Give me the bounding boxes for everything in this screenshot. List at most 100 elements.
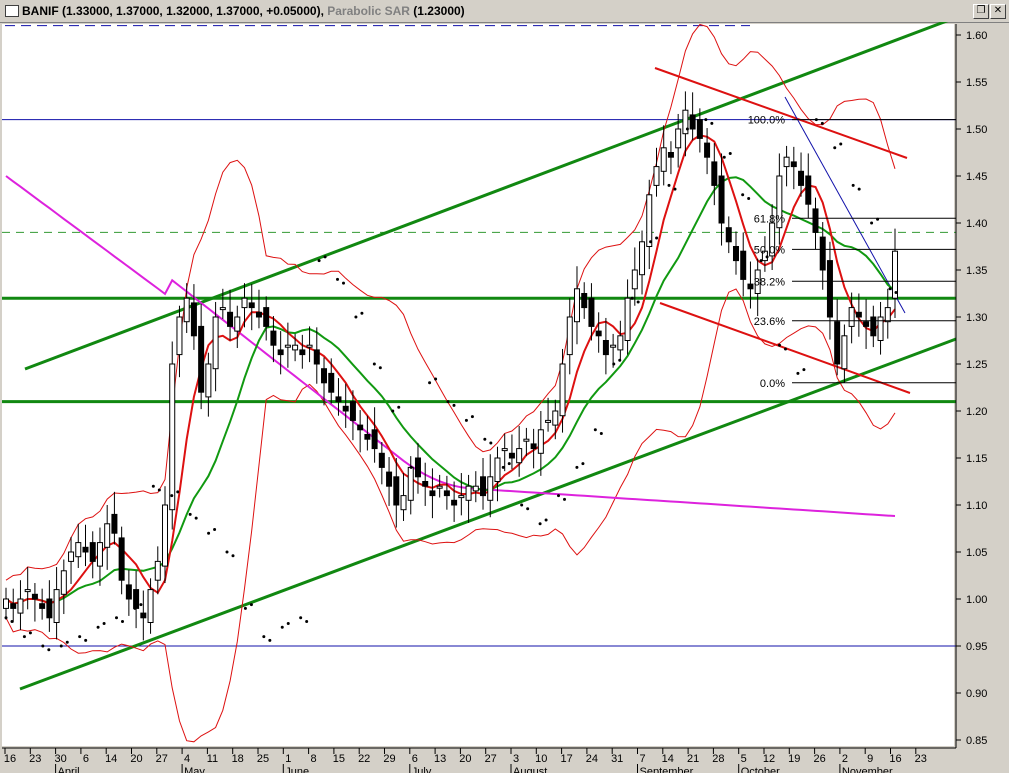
sar-dot bbox=[102, 621, 106, 625]
fib-level-label: 23.6% bbox=[754, 316, 785, 328]
date-tick-label: 6 bbox=[83, 753, 89, 765]
fib-level-label: 100.0% bbox=[748, 115, 786, 127]
price-tick-label: 1.20 bbox=[966, 406, 987, 418]
candle-body bbox=[530, 443, 537, 450]
sar-dot bbox=[225, 550, 229, 554]
candle-body bbox=[24, 589, 31, 593]
candle-body bbox=[848, 307, 855, 327]
month-label: October bbox=[741, 766, 780, 773]
sar-dot bbox=[636, 300, 640, 304]
sar-dot bbox=[857, 187, 861, 191]
fib-level-label: 50.0% bbox=[754, 244, 785, 256]
date-tick-label: 25 bbox=[257, 753, 269, 765]
candle-body bbox=[205, 363, 212, 398]
sar-dot bbox=[483, 437, 487, 441]
date-tick-label: 23 bbox=[29, 753, 41, 765]
candle-body bbox=[740, 250, 747, 280]
candle-body bbox=[537, 429, 544, 454]
date-tick-label: 22 bbox=[358, 753, 370, 765]
month-label: August bbox=[513, 766, 547, 773]
sar-dot bbox=[96, 625, 100, 629]
candle-body bbox=[617, 335, 624, 351]
price-tick-label: 1.05 bbox=[966, 547, 987, 559]
sar-dot bbox=[354, 315, 358, 319]
price-chart[interactable]: 100.0% 61.8% 50.0% 38.2% 23.6% 0.0% 1.60 1.55 1… bbox=[0, 22, 1009, 773]
window-title: BANIF (1.33000, 1.37000, 1.32000, 1.3700… bbox=[22, 4, 465, 18]
sar-dot bbox=[796, 371, 800, 375]
sar-dot bbox=[41, 644, 45, 648]
sar-dot bbox=[581, 462, 585, 466]
candle-body bbox=[472, 485, 479, 492]
candle-body bbox=[183, 297, 190, 323]
candle-body bbox=[704, 142, 711, 158]
date-tick-label: 23 bbox=[915, 753, 927, 765]
candle-body bbox=[190, 302, 197, 337]
candle-body bbox=[400, 495, 407, 511]
candle-body bbox=[364, 434, 371, 440]
sar-dot bbox=[84, 638, 88, 642]
candle-body bbox=[39, 603, 46, 609]
fib-level-label: 61.8% bbox=[754, 213, 785, 225]
sar-dot bbox=[249, 603, 253, 607]
sar-dot bbox=[489, 441, 493, 445]
window-titlebar[interactable]: BANIF (1.33000, 1.37000, 1.32000, 1.3700… bbox=[0, 0, 1009, 23]
candle-body bbox=[328, 372, 335, 393]
sar-dot bbox=[575, 465, 579, 469]
candle-body bbox=[53, 589, 60, 623]
sar-dot bbox=[557, 494, 560, 498]
title-values: (1.33000, 1.37000, 1.32000, 1.37000, +0.… bbox=[62, 4, 321, 18]
candle-body bbox=[588, 297, 595, 327]
candle-body bbox=[516, 448, 523, 464]
candle-body bbox=[834, 321, 841, 365]
candle-body bbox=[494, 457, 501, 482]
date-tick-label: 27 bbox=[485, 753, 497, 765]
candle-body bbox=[545, 419, 552, 423]
candle-body bbox=[725, 227, 732, 243]
chart-window-icon bbox=[5, 5, 19, 17]
sar-dot bbox=[372, 362, 376, 366]
candle-body bbox=[667, 152, 674, 158]
candle-body bbox=[631, 269, 638, 290]
candle-body bbox=[653, 166, 660, 186]
sar-dot bbox=[194, 516, 198, 520]
sar-dot bbox=[286, 621, 290, 625]
sar-dot bbox=[231, 554, 235, 558]
sar-dot bbox=[434, 377, 438, 381]
candle-body bbox=[292, 344, 299, 351]
sar-dot bbox=[262, 635, 266, 639]
candle-body bbox=[422, 481, 429, 487]
candle-body bbox=[371, 429, 378, 450]
date-tick-label: 19 bbox=[788, 753, 800, 765]
candle-body bbox=[357, 424, 364, 431]
price-tick-label: 0.95 bbox=[966, 641, 987, 653]
sar-dot bbox=[213, 527, 217, 531]
sar-dot bbox=[188, 512, 192, 516]
price-tick-label: 1.50 bbox=[966, 124, 987, 136]
sar-dot bbox=[894, 291, 898, 295]
close-button[interactable]: ✕ bbox=[990, 4, 1006, 19]
date-tick-label: 29 bbox=[383, 753, 395, 765]
date-tick-label: 28 bbox=[712, 753, 724, 765]
candle-body bbox=[884, 307, 891, 323]
candle-body bbox=[581, 293, 588, 309]
date-tick-label: 2 bbox=[842, 753, 848, 765]
candle-body bbox=[646, 194, 653, 248]
date-tick-label: 5 bbox=[741, 753, 747, 765]
sar-dot bbox=[317, 259, 321, 263]
candle-body bbox=[198, 325, 205, 393]
date-tick-label: 10 bbox=[535, 753, 547, 765]
sar-dot bbox=[710, 121, 714, 125]
sar-dot bbox=[342, 281, 345, 285]
date-tick-label: 13 bbox=[434, 753, 446, 765]
restore-button[interactable]: ❐ bbox=[973, 4, 989, 19]
candle-body bbox=[573, 288, 580, 323]
candle-body bbox=[313, 349, 320, 365]
candle-body bbox=[508, 452, 515, 459]
candle-body bbox=[798, 170, 805, 186]
date-tick-label: 21 bbox=[687, 753, 699, 765]
candle-body bbox=[458, 495, 465, 499]
candle-body bbox=[270, 330, 277, 346]
price-tick-label: 1.60 bbox=[966, 30, 987, 42]
month-label: June bbox=[285, 766, 309, 773]
candle-body bbox=[89, 542, 96, 562]
